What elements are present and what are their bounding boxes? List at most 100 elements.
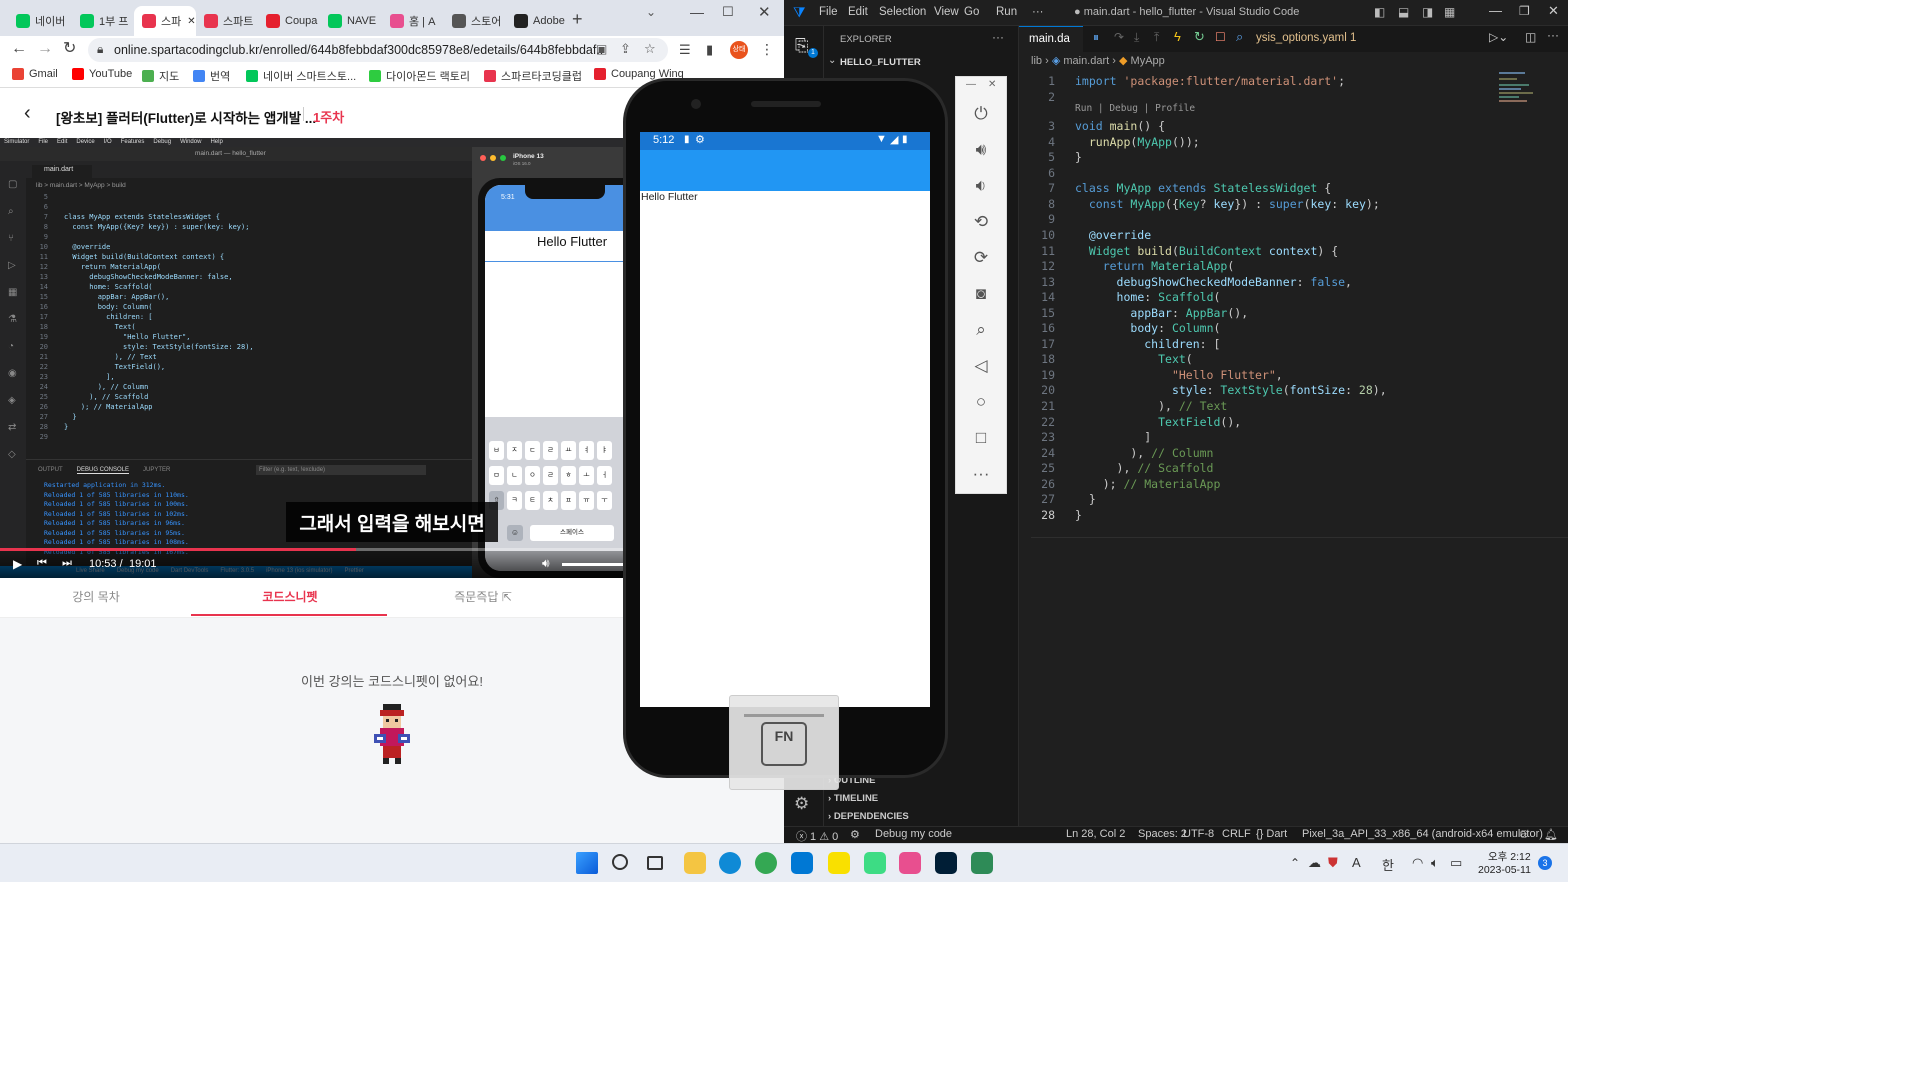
security-icon[interactable]: ⛊ — [1328, 855, 1338, 871]
section-timeline[interactable]: › TIMELINE — [828, 793, 878, 804]
android-studio-icon[interactable] — [864, 852, 886, 874]
run-icon[interactable]: ▷⌄ — [1489, 30, 1508, 44]
ime-a-indicator[interactable]: A — [1352, 855, 1361, 870]
explorer-icon[interactable] — [684, 852, 706, 874]
account-icon[interactable]: ⚇ — [1519, 828, 1529, 841]
cast-icon[interactable]: ▣ — [596, 42, 607, 56]
url-input[interactable]: 🔒︎ online.spartacodingclub.kr/enrolled/6… — [88, 38, 668, 62]
debug-status[interactable]: Debug my code — [875, 828, 952, 840]
editor-tab-analysis[interactable]: ysis_options.yaml 1 — [1256, 32, 1356, 44]
reading-list-icon[interactable]: ☰ — [679, 42, 691, 58]
problems-status[interactable]: ⓧ 1 ⚠ 0 — [796, 828, 838, 843]
customize-layout-icon[interactable]: ▦ — [1444, 5, 1455, 19]
kebab-menu-icon[interactable]: ⋮ — [760, 41, 774, 58]
vscode-menu-item[interactable]: Edit — [848, 6, 868, 18]
editor-tab-main[interactable]: main.da — [1019, 26, 1083, 52]
bookmark-item[interactable]: YouTube — [72, 68, 132, 80]
video-player[interactable]: Simulator File Edit Device I/O Features Debug W… — [0, 138, 624, 578]
encoding-status[interactable]: UTF-8 — [1183, 828, 1214, 840]
volume-icon[interactable]: 🔊︎ — [542, 556, 550, 571]
ime-han-indicator[interactable]: 한 — [1382, 855, 1394, 874]
maximize-button[interactable]: ☐ — [722, 4, 734, 20]
layout-secondary-icon[interactable]: ◨ — [1422, 5, 1433, 19]
debug-stop-icon[interactable]: ☐ — [1215, 30, 1226, 44]
debug-step-out-icon[interactable]: ⤒ — [1154, 30, 1159, 45]
onedrive-icon[interactable]: ☁ — [1308, 855, 1321, 871]
layout-panel-icon[interactable]: ⬓ — [1398, 5, 1409, 19]
bookmark-star-icon[interactable]: ☆ — [644, 41, 656, 57]
screenshot-camera-icon[interactable]: ◙ — [970, 283, 992, 305]
layout-sidebar-icon[interactable]: ◧ — [1374, 5, 1385, 19]
split-editor-icon[interactable]: ◫ — [1525, 30, 1536, 44]
next-icon[interactable]: ⏭︎ — [62, 557, 72, 570]
vscode-menu-item[interactable]: File — [819, 6, 838, 18]
rotate-left-icon[interactable]: ⟲ — [970, 211, 992, 233]
prev-icon[interactable]: ⏮︎ — [37, 557, 47, 570]
codelens-run-debug[interactable]: Run | Debug | Profile — [1075, 103, 1195, 114]
project-folder[interactable]: HELLO_FLUTTER — [840, 57, 921, 68]
minimap[interactable] — [1499, 70, 1543, 110]
indentation-status[interactable]: Spaces: 2 — [1138, 828, 1187, 840]
browser-tab[interactable]: 스파 ✕ — [134, 6, 196, 36]
rotate-right-icon[interactable]: ⟳ — [970, 247, 992, 269]
vscode-menu-item[interactable]: Run — [996, 6, 1017, 18]
notification-badge[interactable]: 3 — [1538, 856, 1552, 870]
section-dependencies[interactable]: › DEPENDENCIES — [828, 811, 909, 822]
back-chevron-icon[interactable]: ‹ — [24, 102, 31, 125]
back-icon[interactable]: ← — [11, 41, 27, 57]
play-icon[interactable]: ▶ — [13, 557, 22, 571]
browser-tab[interactable]: 스파트 — [196, 6, 256, 36]
show-hidden-icons-chevron[interactable]: ⌃ — [1290, 856, 1300, 870]
battery-tray-icon[interactable]: ▭ — [1450, 855, 1462, 871]
bookmark-item[interactable]: 다이아몬드 랙토리 — [369, 68, 470, 84]
emulator-more-icon[interactable]: ··· — [970, 463, 992, 485]
share-icon[interactable]: ⇪ — [620, 41, 631, 57]
search-icon[interactable] — [612, 854, 628, 870]
edge-icon[interactable] — [719, 852, 741, 874]
taskview-icon[interactable] — [647, 856, 663, 870]
notifications-icon[interactable]: 🔔︎ — [1544, 828, 1558, 841]
eol-status[interactable]: CRLF — [1222, 828, 1251, 840]
chrome-icon[interactable] — [755, 852, 777, 874]
vscode-restore-button[interactable]: ❐ — [1519, 4, 1530, 18]
debug-pause-icon[interactable]: ⏸︎ — [1093, 30, 1099, 45]
tab-qna[interactable]: 즉문즉답 ⇱ — [383, 588, 583, 605]
vscode-close-button[interactable]: ✕ — [1548, 3, 1559, 19]
browser-tab[interactable]: Coupa — [258, 6, 318, 36]
bookmark-item[interactable]: 지도 — [142, 68, 179, 84]
volume-down-icon[interactable]: 🔉︎ — [970, 175, 992, 197]
back-triangle-icon[interactable]: ◁ — [970, 355, 992, 377]
manage-gear-icon[interactable]: ⚙ — [794, 794, 809, 814]
browser-tab[interactable]: 홈 | A — [382, 6, 442, 36]
side-panel-icon[interactable]: ▮ — [706, 42, 713, 58]
vscode-minimize-button[interactable]: — — [1489, 3, 1502, 18]
editor-more-icon[interactable]: ··· — [1547, 28, 1559, 42]
vscode-menu-item[interactable]: Selection — [879, 6, 926, 18]
bookmark-item[interactable]: Gmail — [12, 68, 58, 80]
emulator-close-button[interactable]: ✕ — [988, 79, 996, 90]
explorer-icon[interactable]: ⎘ — [795, 36, 809, 56]
wifi-tray-icon[interactable]: ◠ — [1412, 855, 1423, 871]
volume-tray-icon[interactable]: 🔈︎ — [1431, 855, 1439, 871]
browser-tab[interactable]: 네이버 — [8, 6, 68, 36]
debug-step-over-icon[interactable]: ↷ — [1114, 30, 1124, 44]
minimize-button[interactable]: — — [690, 4, 704, 20]
volume-up-icon[interactable]: 🔊︎ — [970, 139, 992, 161]
vscode-menu-item[interactable]: Go — [964, 6, 979, 18]
close-button[interactable]: ✕ — [758, 3, 771, 21]
photoshop-icon[interactable] — [935, 852, 957, 874]
browser-tab[interactable]: Adobe — [506, 6, 566, 36]
vscode-menu-item[interactable]: View — [934, 6, 959, 18]
power-icon[interactable]: ⏻ — [970, 103, 992, 125]
charts-icon[interactable] — [971, 852, 993, 874]
tab-code-snippet[interactable]: 코드스니펫 — [190, 588, 390, 605]
vscode-menu-item[interactable]: ··· — [1032, 6, 1044, 18]
profile-avatar[interactable]: 상태 — [730, 41, 748, 59]
debug-step-into-icon[interactable]: ⤓ — [1134, 30, 1139, 45]
overview-square-icon[interactable]: □ — [970, 427, 992, 449]
clock-time[interactable]: 오후 2:12 — [1488, 849, 1531, 864]
hot-reload-icon[interactable]: ϟ — [1174, 29, 1181, 44]
emulator-minimize-button[interactable]: — — [966, 79, 976, 90]
zoom-icon[interactable]: ⌕ — [970, 319, 992, 341]
new-tab-button[interactable]: + — [572, 9, 583, 30]
